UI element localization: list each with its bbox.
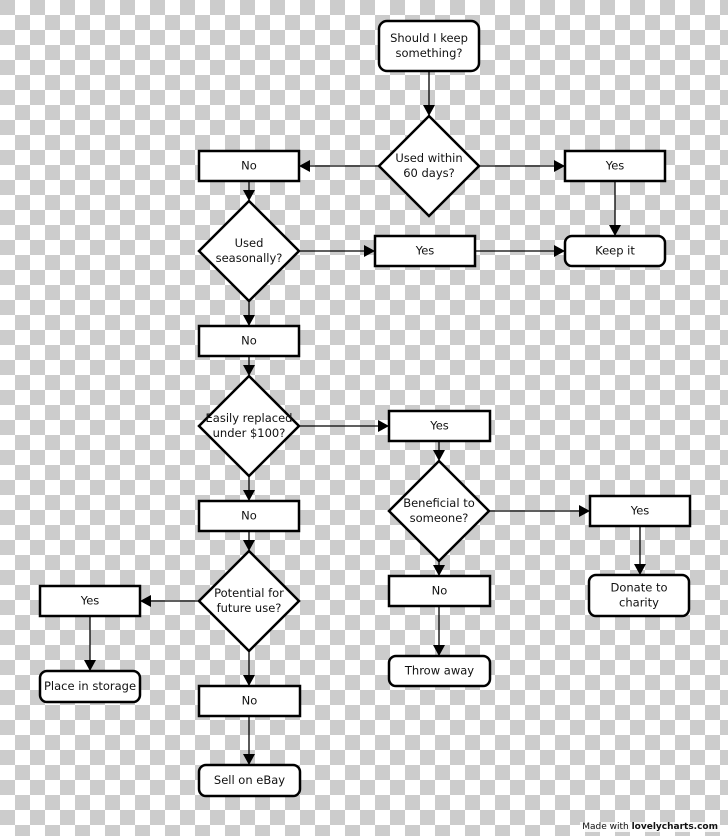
arrow-head-icon: [609, 225, 621, 236]
arrow-head-icon: [433, 645, 445, 656]
node-label: Yes: [415, 244, 435, 258]
arrow-head-icon: [243, 490, 255, 501]
edge-q_benefit-to-yes4: [489, 505, 590, 517]
node-label: Easily replaced: [206, 411, 293, 425]
watermark: Made with lovelycharts.com: [580, 822, 720, 832]
edge-no1-to-q_seasonal: [243, 181, 255, 201]
edge-q_seasonal-to-no2: [243, 301, 255, 326]
node-decision-q_benefit: Beneficial tosomeone?: [387, 459, 491, 563]
node-label: Yes: [80, 594, 100, 608]
node-answer-no4: No: [387, 574, 492, 608]
arrow-head-icon: [433, 565, 445, 576]
node-decision-q_seasonal: Usedseasonally?: [197, 199, 301, 303]
node-decision-q_future: Potential forfuture use?: [197, 549, 301, 653]
arrow-head-icon: [243, 315, 255, 326]
node-answer-yes5: Yes: [38, 584, 142, 618]
edge-q_used60-to-yes1: [479, 160, 565, 172]
node-label: Used: [235, 236, 264, 250]
node-decision-q_replace: Easily replacedunder $100?: [197, 374, 301, 478]
node-label: 60 days?: [403, 166, 455, 180]
arrow-head-icon: [243, 675, 255, 686]
node-terminal-storage: Place in storage: [38, 669, 142, 704]
arrow-head-icon: [579, 505, 590, 517]
node-terminal-donate: Donate tocharity: [587, 573, 691, 618]
watermark-prefix: Made with: [582, 822, 632, 832]
node-answer-yes1: Yes: [563, 149, 667, 183]
arrow-head-icon: [243, 754, 255, 765]
node-label: Donate to: [610, 581, 667, 595]
arrow-head-icon: [140, 595, 151, 607]
node-label: Place in storage: [44, 679, 136, 693]
watermark-brand: lovelycharts.com: [631, 822, 718, 832]
node-terminal-throw: Throw away: [387, 654, 492, 688]
node-label: Throw away: [404, 664, 474, 678]
node-label: Beneficial to: [403, 496, 475, 510]
arrow-head-icon: [634, 564, 646, 575]
node-terminal-keep: Keep it: [563, 234, 667, 268]
edge-start-to-q_used60: [423, 71, 435, 116]
edge-no4-to-throw: [433, 606, 445, 656]
node-label: Yes: [605, 159, 625, 173]
node-label: No: [242, 694, 258, 708]
edges-layer: [84, 71, 646, 765]
node-answer-yes3: Yes: [387, 409, 492, 443]
nodes-layer: Should I keepsomething? Used within60 day…: [38, 19, 692, 798]
node-label: charity: [619, 596, 659, 610]
node-label: No: [241, 159, 257, 173]
node-label: Yes: [429, 419, 449, 433]
edge-q_future-to-yes5: [140, 595, 199, 607]
node-label: Sell on eBay: [214, 773, 285, 787]
node-answer-no3: No: [197, 499, 301, 533]
edge-no5-to-ebay: [243, 716, 255, 765]
edge-q_benefit-to-no4: [433, 561, 445, 576]
node-label: Used within: [395, 151, 462, 165]
node-label: Yes: [630, 504, 650, 518]
edge-q_used60-to-no1: [299, 160, 379, 172]
node-label: Should I keep: [390, 31, 468, 45]
edge-yes2-to-keep: [475, 245, 565, 257]
node-answer-no2: No: [197, 324, 301, 358]
edge-yes1-to-keep: [609, 181, 621, 236]
node-label: Keep it: [595, 244, 635, 258]
edge-q_replace-to-no3: [243, 476, 255, 501]
node-label: No: [241, 509, 257, 523]
node-label: No: [432, 584, 448, 598]
node-decision-q_used60: Used within60 days?: [377, 114, 481, 218]
node-label: seasonally?: [216, 251, 283, 265]
edge-yes5-to-storage: [84, 616, 96, 671]
node-label: No: [241, 334, 257, 348]
node-terminal-start: Should I keepsomething?: [377, 19, 481, 73]
node-answer-yes2: Yes: [373, 234, 477, 268]
edge-q_seasonal-to-yes2: [299, 245, 375, 257]
arrow-head-icon: [554, 160, 565, 172]
edge-no3-to-q_future: [243, 531, 255, 551]
edge-yes4-to-donate: [634, 526, 646, 575]
flowchart: Should I keepsomething? Used within60 day…: [38, 19, 692, 798]
edge-no2-to-q_replace: [243, 356, 255, 376]
edge-q_replace-to-yes3: [299, 420, 389, 432]
arrow-head-icon: [299, 160, 310, 172]
node-label: under $100?: [213, 426, 286, 440]
node-answer-no5: No: [197, 684, 302, 718]
node-answer-no1: No: [197, 149, 301, 183]
node-label: someone?: [410, 511, 469, 525]
node-label: Potential for: [214, 586, 284, 600]
arrow-head-icon: [378, 420, 389, 432]
arrow-head-icon: [84, 660, 96, 671]
edge-q_future-to-no5: [243, 651, 255, 686]
node-label: future use?: [217, 601, 282, 615]
node-answer-yes4: Yes: [588, 494, 692, 528]
arrow-head-icon: [364, 245, 375, 257]
node-terminal-ebay: Sell on eBay: [197, 763, 302, 798]
arrow-head-icon: [554, 245, 565, 257]
node-label: something?: [396, 46, 463, 60]
edge-yes3-to-q_benefit: [433, 441, 445, 461]
